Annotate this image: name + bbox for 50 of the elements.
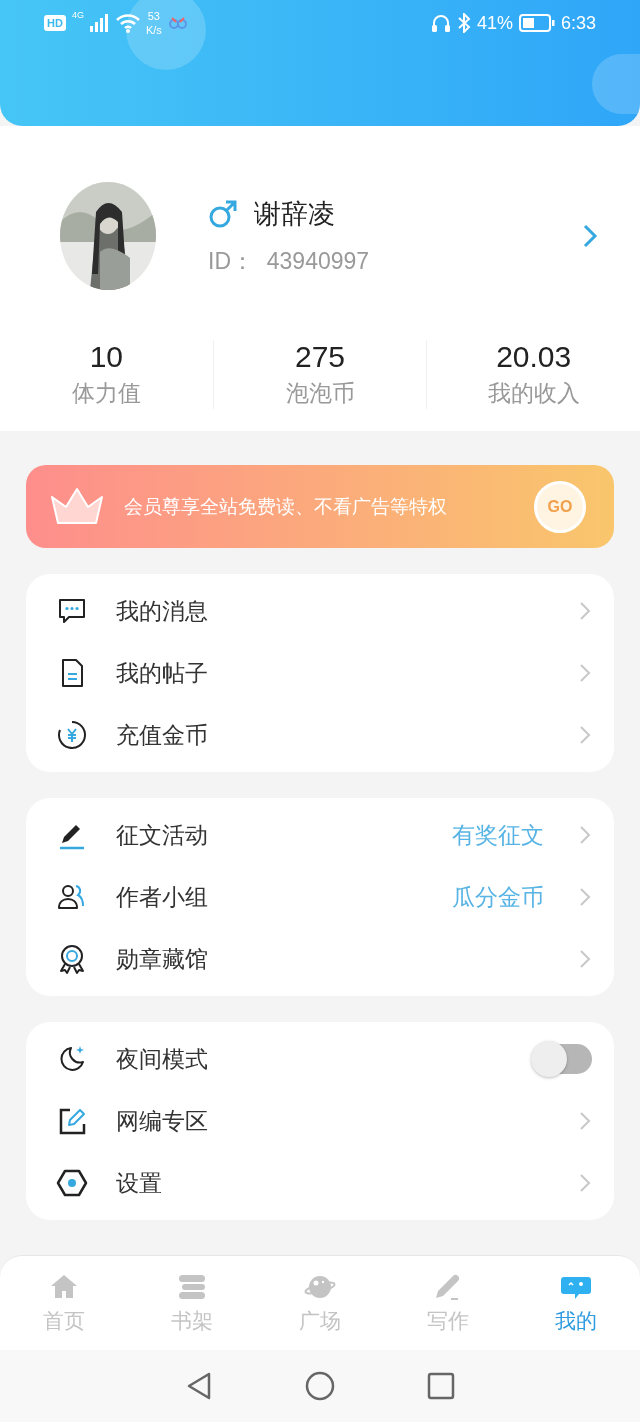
menu-item-label[interactable]: 我的消息 [116, 595, 550, 627]
clock: 6:33 [560, 12, 596, 34]
chevron-right-icon [578, 724, 592, 746]
menu-item-label[interactable]: 征文活动 [116, 819, 424, 851]
stat-label: 我的收入 [487, 379, 580, 408]
network-type: 4G [71, 10, 84, 20]
recents-icon[interactable] [427, 1372, 455, 1400]
hd-indicator: HD [44, 15, 66, 31]
stat-value: 275 [294, 340, 346, 374]
stat-label: 泡泡币 [285, 379, 355, 408]
battery-icon [518, 14, 555, 32]
user-name: 谢辞凌 [254, 197, 335, 231]
chevron-right-icon [578, 1172, 592, 1194]
banner-text: 会员尊享全站免费读、不看广告等特权 [124, 494, 448, 519]
menu-item-label[interactable]: 我的帖子 [116, 657, 550, 689]
stat-value: 20.03 [496, 340, 572, 374]
settings-icon [56, 1167, 88, 1199]
chevron-right-icon [578, 600, 592, 622]
signal-icon [89, 14, 110, 32]
yuan-coin-icon [56, 719, 88, 751]
chevron-right-icon [578, 824, 592, 846]
home-icon[interactable] [305, 1371, 335, 1401]
back-icon[interactable] [185, 1371, 213, 1401]
chevron-right-icon [578, 1110, 592, 1132]
menu-item-label[interactable]: 夜间模式 [116, 1043, 506, 1075]
menu-item-label[interactable]: 作者小组 [116, 881, 424, 913]
battery-percent: 41% [476, 12, 513, 34]
chevron-right-icon [578, 948, 592, 970]
menu-item-label[interactable]: 充值金币 [116, 719, 550, 751]
headphones-icon [430, 13, 451, 33]
menu-item-label[interactable]: 网编专区 [116, 1105, 550, 1137]
bubble-decoration [592, 54, 640, 114]
promo-note: 瓜分金币 [452, 882, 544, 912]
toggle-switch[interactable] [534, 1044, 592, 1074]
male-icon [208, 198, 238, 229]
menu-item-label[interactable]: 设置 [116, 1167, 550, 1199]
user-id: ID： 43940997 [208, 246, 371, 276]
app-notification-icon [167, 16, 188, 30]
chevron-right-icon[interactable] [582, 223, 598, 249]
stat-label: 体力值 [71, 379, 141, 408]
bluetooth-icon [456, 13, 471, 33]
menu-item-label[interactable]: 勋章藏馆 [116, 943, 550, 975]
speed-value: 53 [147, 9, 160, 23]
stat-value: 10 [89, 340, 123, 374]
crown-icon [48, 486, 106, 527]
speed-unit: K/s [145, 23, 162, 37]
wifi-icon [115, 13, 140, 33]
promo-note: 有奖征文 [452, 820, 544, 850]
chevron-right-icon [578, 662, 592, 684]
chevron-right-icon [578, 886, 592, 908]
